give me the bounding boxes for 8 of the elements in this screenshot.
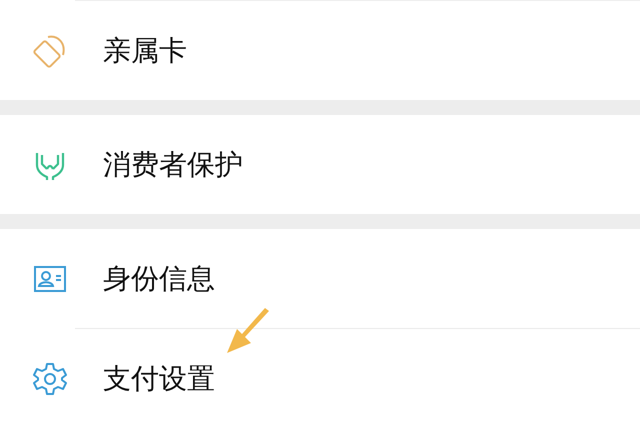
menu-item[interactable]: 消费者保护 [0, 115, 640, 214]
menu-item-label: 消费者保护 [103, 146, 243, 182]
menu-item-label: 支付设置 [103, 360, 215, 396]
menu-item[interactable]: 支付设置 [0, 329, 640, 427]
menu-item[interactable]: 亲属卡 [0, 1, 640, 100]
menu-item[interactable]: 身份信息 [0, 229, 640, 328]
menu-item-label: 亲属卡 [103, 32, 187, 68]
menu-item-label: 身份信息 [103, 260, 215, 296]
